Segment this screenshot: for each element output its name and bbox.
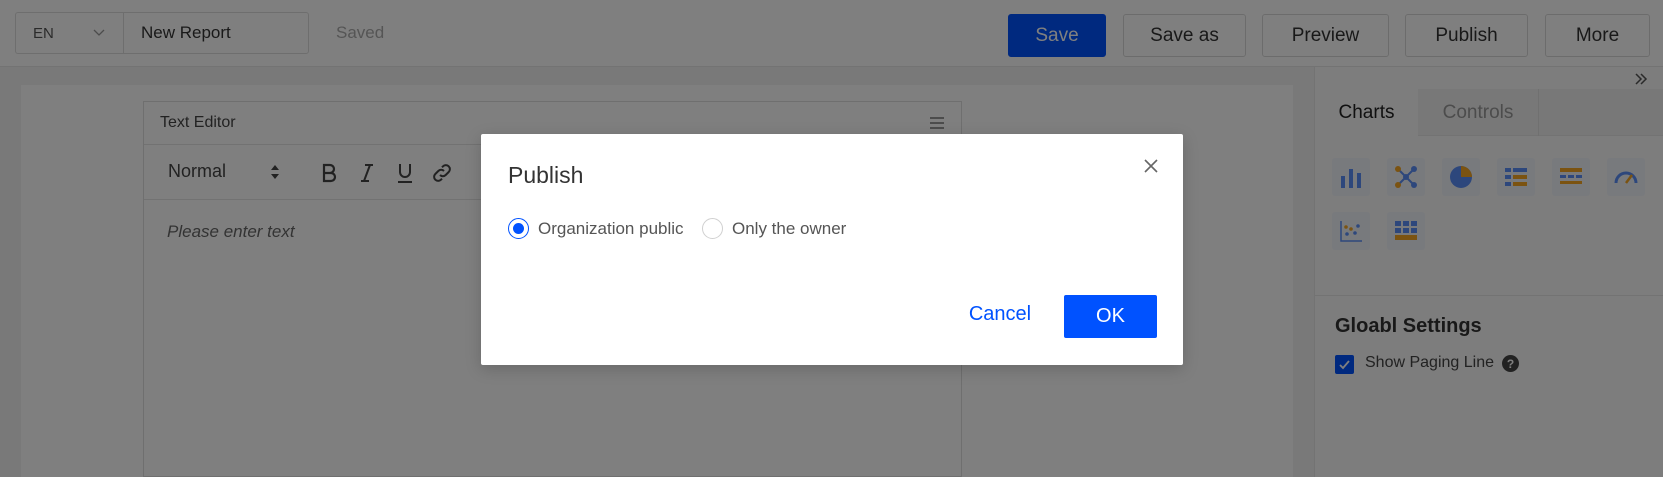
publish-dialog: Publish Organization public Only the own… xyxy=(481,134,1183,365)
radio-only-owner[interactable]: Only the owner xyxy=(702,218,846,239)
radio-organization-public[interactable]: Organization public xyxy=(508,218,684,239)
radio-unselected-icon xyxy=(702,218,723,239)
radio-selected-icon xyxy=(508,218,529,239)
cancel-button[interactable]: Cancel xyxy=(955,294,1045,334)
ok-button[interactable]: OK xyxy=(1064,295,1157,338)
close-icon[interactable] xyxy=(1143,158,1159,174)
radio-label: Organization public xyxy=(538,218,684,238)
radio-label: Only the owner xyxy=(732,218,847,238)
dialog-title: Publish xyxy=(508,162,584,188)
